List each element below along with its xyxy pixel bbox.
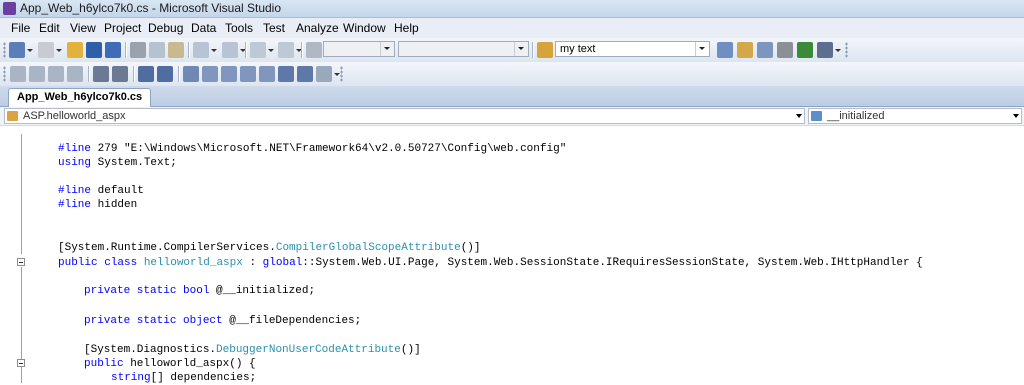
navigate-forward-icon[interactable] (278, 42, 302, 58)
chevron-down-icon (514, 42, 528, 56)
menu-analyze[interactable]: Analyze (296, 21, 339, 35)
menu-window[interactable]: Window (343, 21, 386, 35)
new-project-icon[interactable] (9, 42, 33, 58)
previous-bookmark-document-icon[interactable] (278, 66, 294, 82)
code-line: #line default (58, 185, 144, 197)
uncomment-lines-icon[interactable] (157, 66, 173, 82)
previous-bookmark-folder-icon[interactable] (240, 66, 256, 82)
code-line: private static bool @__initialized; (84, 285, 316, 297)
open-file-icon[interactable] (67, 42, 83, 58)
outline-collapse-icon[interactable] (17, 258, 25, 266)
increase-indent-icon[interactable] (112, 66, 128, 82)
vs-app-icon (3, 2, 16, 15)
next-bookmark-document-icon[interactable] (297, 66, 313, 82)
add-item-icon[interactable] (38, 42, 62, 58)
toolbar-separator (125, 42, 127, 58)
undo-icon[interactable] (193, 42, 217, 58)
code-line: [System.Runtime.CompilerServices.Compile… (58, 242, 481, 254)
save-all-icon[interactable] (105, 42, 121, 58)
code-line: #line hidden (58, 199, 138, 211)
start-debugging-icon[interactable] (306, 42, 322, 58)
menu-project[interactable]: Project (104, 21, 141, 35)
menu-debug[interactable]: Debug (148, 21, 183, 35)
menu-edit[interactable]: Edit (39, 21, 60, 35)
text-editor-toolbar (0, 62, 1024, 86)
display-quick-info-icon[interactable] (48, 66, 64, 82)
display-parameter-info-icon[interactable] (29, 66, 45, 82)
cut-icon[interactable] (130, 42, 146, 58)
find-combo[interactable]: my text (555, 41, 710, 57)
chevron-down-icon (695, 42, 709, 56)
document-tab-strip: App_Web_h6ylco7k0.cs (0, 86, 1024, 107)
comment-lines-icon[interactable] (138, 66, 154, 82)
solution-configurations-combo[interactable] (323, 41, 395, 57)
toolbar-separator (188, 42, 190, 58)
code-line: public class helloworld_aspx : global::S… (58, 257, 923, 269)
solution-platforms-combo[interactable] (398, 41, 529, 57)
toolbar-separator (301, 42, 303, 58)
solution-explorer-icon[interactable] (717, 42, 733, 58)
toolbar-separator (88, 66, 90, 82)
save-icon[interactable] (86, 42, 102, 58)
next-bookmark-folder-icon[interactable] (259, 66, 275, 82)
menu-view[interactable]: View (70, 21, 96, 35)
menu-bar: File Edit View Project Debug Data Tools … (0, 18, 1024, 38)
chevron-down-icon (796, 114, 802, 118)
navigate-backward-icon[interactable] (250, 42, 274, 58)
document-tab[interactable]: App_Web_h6ylco7k0.cs (8, 88, 152, 107)
title-bar: App_Web_h6ylco7k0.cs - Microsoft Visual … (0, 0, 1024, 18)
start-page-icon[interactable] (797, 42, 813, 58)
field-icon (811, 111, 822, 121)
toolbar-separator (532, 42, 534, 58)
navigation-bar: ASP.helloworld_aspx __initialized (0, 107, 1024, 126)
properties-icon[interactable] (737, 42, 753, 58)
toolbar-overflow[interactable] (340, 66, 343, 82)
menu-file[interactable]: File (11, 21, 30, 35)
code-line: using System.Text; (58, 157, 177, 169)
types-combo[interactable]: ASP.helloworld_aspx (4, 108, 805, 124)
standard-toolbar: my text (0, 38, 1024, 62)
code-line: private static object @__fileDependencie… (84, 315, 362, 327)
complete-word-icon[interactable] (67, 66, 83, 82)
find-in-files-icon[interactable] (537, 42, 553, 58)
toolbar-separator (245, 42, 247, 58)
toggle-bookmark-icon[interactable] (183, 66, 199, 82)
toolbar-overflow[interactable] (845, 42, 848, 58)
previous-bookmark-icon[interactable] (202, 66, 218, 82)
decrease-indent-icon[interactable] (93, 66, 109, 82)
menu-data[interactable]: Data (191, 21, 216, 35)
toolbox-icon[interactable] (777, 42, 793, 58)
paste-icon[interactable] (168, 42, 184, 58)
redo-icon[interactable] (222, 42, 246, 58)
code-editor[interactable]: #line 279 "E:\Windows\Microsoft.NET\Fram… (0, 126, 1024, 384)
toolbar-grip[interactable] (3, 42, 6, 58)
menu-tools[interactable]: Tools (225, 21, 253, 35)
chevron-down-icon (380, 42, 394, 56)
members-combo[interactable]: __initialized (808, 108, 1022, 124)
outline-collapse-icon[interactable] (17, 359, 25, 367)
outline-line (21, 134, 22, 254)
class-icon (7, 111, 18, 121)
toolbar-separator (133, 66, 135, 82)
window-title: App_Web_h6ylco7k0.cs - Microsoft Visual … (20, 1, 282, 15)
selection-margin[interactable] (0, 126, 18, 383)
toolbar-grip[interactable] (3, 66, 6, 82)
code-line: #line 279 "E:\Windows\Microsoft.NET\Fram… (58, 143, 567, 155)
command-window-icon[interactable] (817, 42, 841, 58)
object-browser-icon[interactable] (757, 42, 773, 58)
display-object-member-list-icon[interactable] (10, 66, 26, 82)
code-line: [System.Diagnostics.DebuggerNonUserCodeA… (84, 344, 421, 356)
next-bookmark-icon[interactable] (221, 66, 237, 82)
copy-icon[interactable] (149, 42, 165, 58)
menu-test[interactable]: Test (263, 21, 285, 35)
toolbar-separator (178, 66, 180, 82)
chevron-down-icon (1013, 114, 1019, 118)
menu-help[interactable]: Help (394, 21, 419, 35)
clear-bookmarks-icon[interactable] (316, 66, 340, 82)
code-line: public helloworld_aspx() { (84, 358, 256, 370)
